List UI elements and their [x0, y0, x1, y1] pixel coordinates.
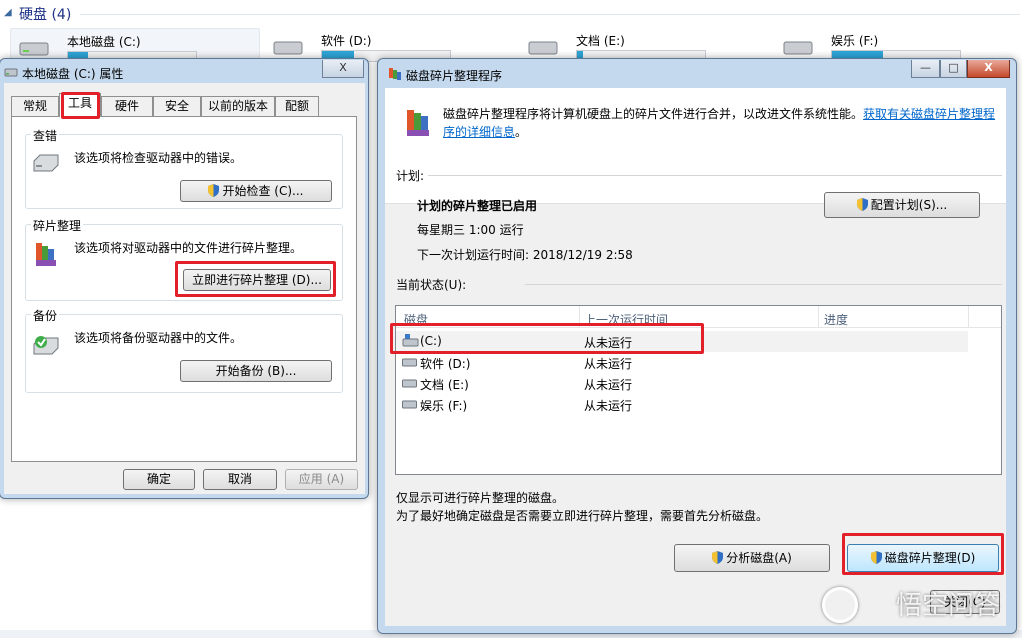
drive-name: 本地磁盘 (C:)	[67, 35, 141, 49]
hard-drive-icon	[273, 41, 303, 55]
drive-title-icon	[4, 68, 18, 77]
defrag-close-button[interactable]: X	[967, 60, 1010, 78]
highlight-tools-tab	[61, 92, 100, 119]
highlight-defrag-disk	[842, 533, 1004, 575]
start-check-label: 开始检查 (C)...	[222, 184, 304, 198]
start-backup-button[interactable]: 开始备份 (B)...	[180, 360, 332, 382]
disk-last-run: 从未运行	[584, 378, 633, 392]
cancel-button[interactable]: 取消	[203, 469, 277, 490]
section-divider	[80, 14, 1020, 15]
hard-drive-icon	[402, 379, 417, 388]
schedule-frequency: 每星期三 1:00 运行	[417, 223, 524, 237]
uac-shield-icon	[856, 198, 868, 211]
close-icon: X	[339, 61, 347, 74]
maximize-icon: □	[948, 61, 959, 74]
column-progress[interactable]: 进度	[824, 311, 848, 328]
description-end: 。	[515, 125, 528, 139]
maximize-button[interactable]: □	[940, 60, 967, 78]
hard-drive-icon	[528, 41, 558, 55]
drive-tile-f[interactable]: 娱乐 (F:)	[775, 28, 1020, 62]
disk-name: 文档 (E:)	[420, 378, 469, 392]
status-separator	[525, 284, 1002, 285]
highlight-defrag-now	[175, 261, 336, 297]
defrag-description: 磁盘碎片整理程序将计算机硬盘上的碎片文件进行合并，以改进文件系统性能。获取有关磁…	[443, 105, 1003, 141]
backup-icon	[33, 336, 59, 355]
watermark-text: 悟空问答	[895, 591, 1000, 621]
note-defraggable-only: 仅显示可进行碎片整理的磁盘。	[396, 491, 565, 505]
close-button[interactable]: X	[322, 60, 364, 78]
drive-tile-d[interactable]: 软件 (D:)	[265, 28, 515, 62]
defrag-icon	[36, 243, 56, 266]
schedule-separator	[428, 175, 1002, 176]
error-check-text: 该选项将检查驱动器中的错误。	[74, 151, 243, 165]
note-analyze-first: 为了最好地确定磁盘是否需要立即进行碎片整理，需要首先分析磁盘。	[396, 509, 769, 523]
tab-general[interactable]: 常规	[11, 96, 59, 116]
backup-text: 该选项将备份驱动器中的文件。	[74, 331, 243, 345]
drive-tile-e[interactable]: 文档 (E:)	[520, 28, 770, 62]
column-separator[interactable]	[818, 306, 819, 328]
hard-drive-icon	[19, 42, 49, 56]
ok-button[interactable]: 确定	[123, 469, 195, 490]
disk-row-f[interactable]: 娱乐 (F:) 从未运行	[396, 394, 968, 415]
defrag-large-icon	[407, 110, 429, 136]
apply-button[interactable]: 应用 (A)	[285, 469, 358, 490]
tab-previous-versions[interactable]: 以前的版本	[201, 96, 275, 116]
highlight-disk-c	[390, 323, 704, 354]
hard-drive-icon	[402, 358, 417, 367]
current-status-label: 当前状态(U):	[396, 278, 467, 292]
error-check-title: 查错	[31, 127, 60, 144]
hard-drive-icon	[783, 41, 813, 55]
minimize-icon: —	[920, 61, 931, 74]
defrag-title: 碎片整理	[31, 217, 84, 234]
disk-last-run: 从未运行	[584, 399, 633, 413]
defrag-text: 该选项将对驱动器中的文件进行碎片整理。	[74, 241, 303, 255]
drive-name: 软件 (D:)	[321, 34, 372, 48]
dialog-title: 本地磁盘 (C:) 属性	[22, 67, 124, 81]
section-title: 硬盘 (4)	[19, 7, 72, 23]
drive-name: 文档 (E:)	[576, 34, 625, 48]
column-separator[interactable]	[968, 306, 969, 328]
defrag-window-title: 磁盘碎片整理程序	[406, 69, 503, 83]
analyze-disk-label: 分析磁盘(A)	[726, 551, 792, 565]
configure-schedule-button[interactable]: 配置计划(S)...	[824, 192, 980, 218]
backup-title: 备份	[31, 307, 60, 324]
explorer-section-header[interactable]: ◢ 硬盘 (4)	[0, 0, 1022, 28]
disk-name: 软件 (D:)	[420, 357, 471, 371]
disk-row-e[interactable]: 文档 (E:) 从未运行	[396, 373, 968, 394]
drive-tile-c[interactable]: 本地磁盘 (C:)	[10, 28, 260, 63]
watermark-logo-icon	[822, 587, 858, 623]
schedule-label: 计划:	[396, 169, 425, 183]
description-text: 磁盘碎片整理程序将计算机硬盘上的碎片文件进行合并，以改进文件系统性能。	[443, 107, 864, 121]
tab-security[interactable]: 安全	[153, 96, 201, 116]
disk-last-run: 从未运行	[584, 357, 633, 371]
uac-shield-icon	[712, 551, 724, 564]
collapse-arrow-icon[interactable]: ◢	[4, 7, 12, 18]
disk-name: 娱乐 (F:)	[420, 399, 468, 413]
analyze-disk-button[interactable]: 分析磁盘(A)	[674, 544, 830, 572]
tab-hardware[interactable]: 硬件	[101, 96, 153, 116]
disk-row-d[interactable]: 软件 (D:) 从未运行	[396, 352, 968, 373]
uac-shield-icon	[208, 184, 220, 197]
schedule-enabled-text: 计划的碎片整理已启用	[417, 199, 538, 213]
defrag-title-icon	[389, 68, 401, 80]
minimize-button[interactable]: —	[911, 60, 940, 78]
next-run-text: 下一次计划运行时间: 2018/12/19 2:58	[417, 248, 633, 262]
hard-drive-icon	[402, 400, 417, 409]
drive-check-icon	[33, 154, 59, 172]
tab-quota[interactable]: 配额	[275, 96, 319, 116]
drive-name: 娱乐 (F:)	[831, 34, 879, 48]
close-icon: X	[984, 61, 993, 74]
configure-schedule-label: 配置计划(S)...	[870, 198, 948, 212]
start-check-button[interactable]: 开始检查 (C)...	[180, 180, 332, 202]
